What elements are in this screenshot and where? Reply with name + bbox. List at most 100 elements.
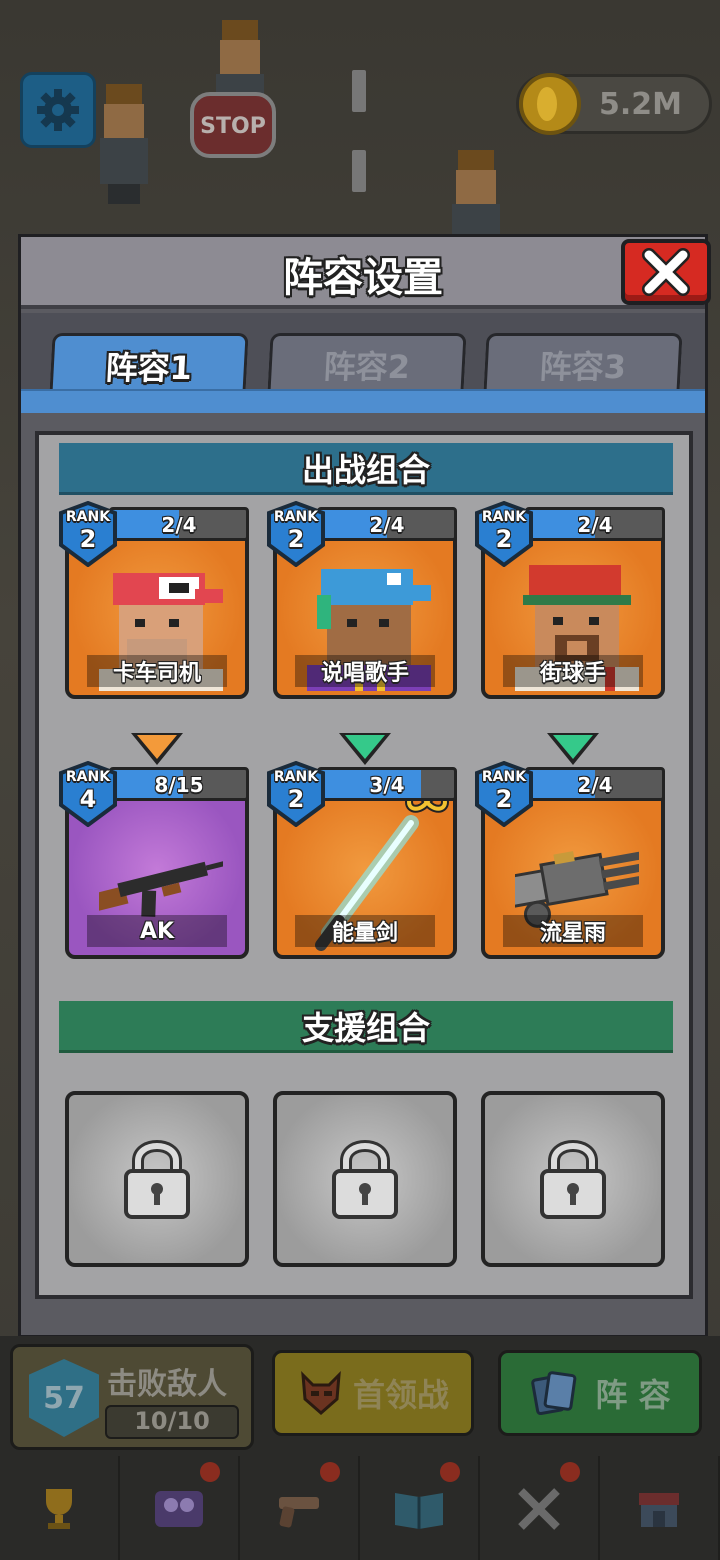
rank-label: RANK bbox=[65, 769, 111, 785]
boss-battle-label: 首领战 bbox=[352, 1376, 449, 1414]
progress-text: 8/15 bbox=[154, 773, 204, 797]
rank-number: 2 bbox=[495, 785, 513, 813]
book-icon bbox=[395, 1493, 443, 1529]
gear-icon bbox=[37, 89, 79, 131]
lineup-label: 阵 容 bbox=[595, 1376, 671, 1414]
hero-progress-bar: 2/4 bbox=[109, 507, 249, 541]
lock-icon bbox=[332, 1140, 398, 1219]
weapon-card[interactable]: AK 8/15 RANK 4 bbox=[59, 760, 249, 959]
defeat-count: 10/10 bbox=[105, 1405, 239, 1439]
nav-battle[interactable] bbox=[480, 1456, 600, 1560]
rank-number: 2 bbox=[79, 525, 97, 553]
lineup-button[interactable]: 阵 容 bbox=[498, 1350, 702, 1436]
bottom-nav bbox=[0, 1456, 720, 1560]
nav-weapons[interactable] bbox=[240, 1456, 360, 1560]
road-marking bbox=[352, 70, 366, 112]
hero-name: 卡车司机 bbox=[87, 655, 227, 687]
lineup-settings-modal: 阵容设置 阵容1 阵容2 阵容3 出战组合 卡车司机 2/4 RANK 2 说唱… bbox=[18, 234, 711, 1338]
nav-shop[interactable] bbox=[600, 1456, 720, 1560]
defeat-label: 击败敌人 bbox=[107, 1367, 227, 1402]
nav-team[interactable] bbox=[120, 1456, 240, 1560]
cards-icon bbox=[531, 1371, 577, 1416]
rank-label: RANK bbox=[65, 509, 111, 525]
bottom-hud: 57 击败敌人 10/10 首领战 阵 容 bbox=[0, 1336, 720, 1560]
progress-text: 2/4 bbox=[161, 513, 197, 537]
notification-dot bbox=[560, 1462, 580, 1482]
notification-dot bbox=[200, 1462, 220, 1482]
rank-number: 4 bbox=[79, 785, 97, 813]
road-marking bbox=[352, 150, 366, 192]
support-slot-locked[interactable] bbox=[273, 1091, 457, 1267]
notification-dot bbox=[320, 1462, 340, 1482]
hero-name: 说唱歌手 bbox=[295, 655, 435, 687]
support-slot-locked[interactable] bbox=[65, 1091, 249, 1267]
rank-number: 2 bbox=[495, 525, 513, 553]
nav-book[interactable] bbox=[360, 1456, 480, 1560]
lock-icon bbox=[124, 1140, 190, 1219]
hero-progress-bar: 2/4 bbox=[317, 507, 457, 541]
battle-section-title: 出战组合 bbox=[59, 443, 673, 495]
weapon-progress-bar: 2/4 bbox=[525, 767, 665, 801]
arrow-down-icon bbox=[547, 733, 599, 765]
shop-icon bbox=[639, 1493, 679, 1527]
rank-badge: RANK 4 bbox=[59, 760, 117, 828]
rank-badge: RANK 2 bbox=[475, 760, 533, 828]
modal-title: 阵容设置 bbox=[283, 255, 443, 301]
hero-progress-bar: 2/4 bbox=[525, 507, 665, 541]
rank-label: RANK bbox=[273, 509, 319, 525]
nav-trophy[interactable] bbox=[0, 1456, 120, 1560]
progress-text: 2/4 bbox=[369, 513, 405, 537]
rank-badge: RANK 2 bbox=[267, 760, 325, 828]
weapon-card[interactable]: 能量剑 3/4 RANK 2 bbox=[267, 760, 457, 959]
weapon-progress-bar: 8/15 bbox=[109, 767, 249, 801]
lock-icon bbox=[540, 1140, 606, 1219]
notification-dot bbox=[440, 1462, 460, 1482]
team-icon bbox=[155, 1491, 203, 1527]
rank-label: RANK bbox=[273, 769, 319, 785]
boss-battle-button[interactable]: 首领战 bbox=[272, 1350, 474, 1436]
trophy-icon bbox=[46, 1489, 72, 1529]
tab-lineup-1[interactable]: 阵容1 bbox=[49, 333, 249, 395]
hero-card[interactable]: 街球手 2/4 RANK 2 bbox=[475, 500, 665, 699]
rank-badge: RANK 2 bbox=[475, 500, 533, 568]
rank-number: 2 bbox=[287, 785, 305, 813]
arrow-down-icon bbox=[131, 733, 183, 765]
tab-lineup-3[interactable]: 阵容3 bbox=[483, 333, 683, 393]
close-icon bbox=[642, 248, 690, 296]
progress-text: 3/4 bbox=[369, 773, 405, 797]
weapon-progress-bar: 3/4 bbox=[317, 767, 457, 801]
progress-text: 2/4 bbox=[577, 773, 613, 797]
arrow-down-icon bbox=[339, 733, 391, 765]
coin-balance: 5.2M bbox=[516, 73, 712, 135]
tab-underline bbox=[21, 389, 705, 413]
progress-text: 2/4 bbox=[577, 513, 613, 537]
pistol-icon bbox=[279, 1497, 319, 1528]
hero-card[interactable]: 卡车司机 2/4 RANK 2 bbox=[59, 500, 249, 699]
rank-label: RANK bbox=[481, 769, 527, 785]
level-badge: 57 bbox=[29, 1359, 99, 1437]
stop-sign-text: STOP bbox=[200, 114, 266, 139]
defeat-enemies-panel: 57 击败敌人 10/10 bbox=[10, 1344, 254, 1450]
weapon-name: AK bbox=[87, 915, 227, 947]
enemy-character bbox=[94, 84, 154, 204]
weapon-card[interactable]: 流星雨 2/4 RANK 2 bbox=[475, 760, 665, 959]
stop-sign: STOP bbox=[190, 92, 276, 158]
support-section-title: 支援组合 bbox=[59, 1001, 673, 1053]
modal-header: 阵容设置 bbox=[21, 237, 705, 309]
rank-badge: RANK 2 bbox=[59, 500, 117, 568]
weapon-name: 流星雨 bbox=[503, 915, 643, 947]
hero-name: 街球手 bbox=[503, 655, 643, 687]
hero-card[interactable]: 说唱歌手 2/4 RANK 2 bbox=[267, 500, 457, 699]
tab-lineup-2[interactable]: 阵容2 bbox=[267, 333, 467, 393]
weapon-name: 能量剑 bbox=[295, 915, 435, 947]
coin-amount: 5.2M bbox=[599, 87, 682, 122]
lineup-content: 出战组合 卡车司机 2/4 RANK 2 说唱歌手 2/4 RANK 2 街球手… bbox=[35, 431, 693, 1299]
coin-icon bbox=[519, 73, 581, 135]
rank-badge: RANK 2 bbox=[267, 500, 325, 568]
demon-mask-icon bbox=[301, 1371, 341, 1415]
close-button[interactable] bbox=[621, 239, 711, 305]
support-slot-locked[interactable] bbox=[481, 1091, 665, 1267]
rank-number: 2 bbox=[287, 525, 305, 553]
rank-label: RANK bbox=[481, 509, 527, 525]
settings-button[interactable] bbox=[20, 72, 96, 148]
